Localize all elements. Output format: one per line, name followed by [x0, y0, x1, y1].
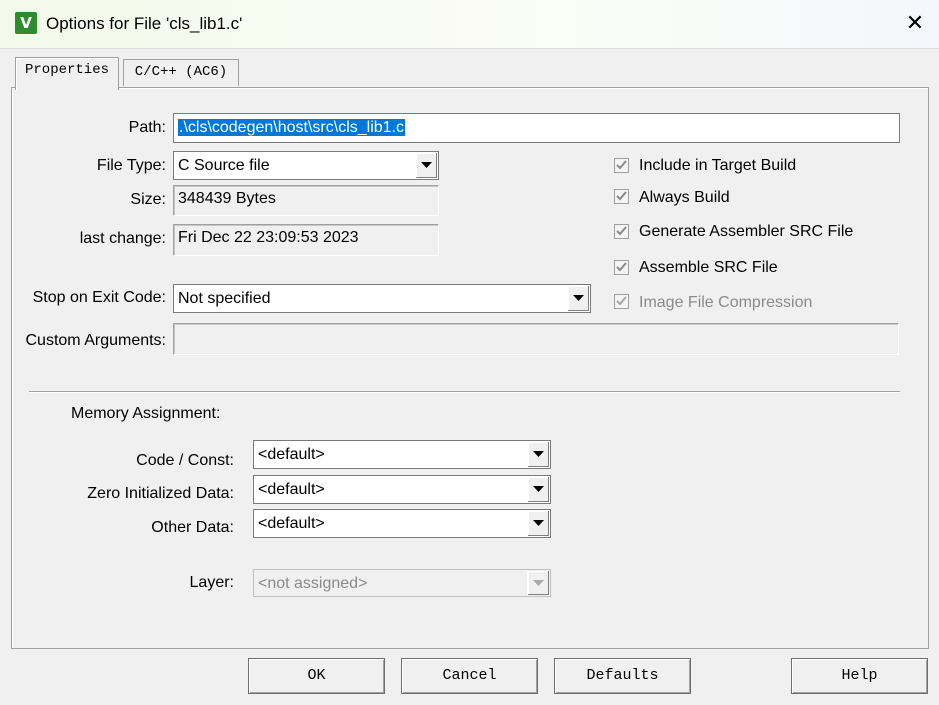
other-data-value: <default> [258, 515, 325, 532]
layer-value: <not assigned> [258, 575, 368, 592]
code-const-value: <default> [258, 446, 325, 463]
last-change-field: Fri Dec 22 23:09:53 2023 [173, 224, 439, 256]
custom-args-label: Custom Arguments: [25, 332, 167, 349]
chevron-down-icon[interactable] [415, 153, 437, 178]
separator [29, 391, 900, 393]
image-compression-checkbox [614, 294, 629, 309]
stop-on-exit-label: Stop on Exit Code: [32, 289, 166, 306]
include-in-build-label: Include in Target Build [639, 157, 797, 174]
code-const-select[interactable]: <default> [253, 440, 551, 469]
zero-init-label: Zero Initialized Data: [87, 485, 234, 502]
stop-on-exit-select[interactable]: Not specified [173, 284, 591, 313]
file-type-value: C Source file [178, 157, 270, 174]
chevron-down-icon [527, 571, 549, 595]
generate-asm-src-checkbox[interactable] [614, 224, 629, 239]
window-title: Options for File 'cls_lib1.c' [46, 14, 243, 33]
tab-c-cpp-ac6[interactable]: C/C++ (AC6) [123, 59, 239, 86]
ok-button[interactable]: OK [248, 658, 385, 694]
generate-asm-src-label: Generate Assembler SRC File [639, 223, 854, 240]
memory-assignment-heading: Memory Assignment: [71, 405, 221, 422]
path-label: Path: [128, 119, 166, 136]
path-value: .\cls\codegen\host\src\cls_lib1.c [178, 119, 405, 136]
other-data-label: Other Data: [151, 519, 234, 536]
chevron-down-icon[interactable] [527, 477, 549, 502]
uvision-icon: V [15, 12, 37, 34]
other-data-select[interactable]: <default> [253, 509, 551, 538]
tab-properties[interactable]: Properties [15, 57, 119, 90]
defaults-button[interactable]: Defaults [554, 658, 691, 694]
chevron-down-icon[interactable] [527, 442, 549, 467]
chevron-down-icon[interactable] [567, 286, 589, 311]
layer-select: <not assigned> [253, 569, 551, 597]
file-type-select[interactable]: C Source file [173, 151, 439, 180]
size-label: Size: [130, 191, 166, 208]
assemble-src-label: Assemble SRC File [639, 259, 778, 276]
custom-args-field [173, 323, 899, 355]
include-in-build-checkbox[interactable] [614, 158, 629, 173]
zero-init-select[interactable]: <default> [253, 475, 551, 504]
zero-init-value: <default> [258, 481, 325, 498]
cancel-button[interactable]: Cancel [401, 658, 538, 694]
size-field: 348439 Bytes [173, 185, 439, 216]
close-icon[interactable]: ✕ [902, 11, 928, 37]
layer-label: Layer: [189, 574, 234, 591]
code-const-label: Code / Const: [136, 452, 234, 469]
last-change-label: last change: [79, 230, 166, 247]
file-type-label: File Type: [96, 157, 166, 174]
image-compression-label: Image File Compression [639, 294, 813, 311]
assemble-src-checkbox[interactable] [614, 260, 629, 275]
chevron-down-icon[interactable] [527, 511, 549, 536]
path-input[interactable]: .\cls\codegen\host\src\cls_lib1.c [173, 113, 900, 143]
always-build-checkbox[interactable] [614, 189, 629, 204]
always-build-label: Always Build [639, 189, 730, 206]
stop-on-exit-value: Not specified [178, 290, 271, 307]
help-button[interactable]: Help [791, 658, 928, 694]
